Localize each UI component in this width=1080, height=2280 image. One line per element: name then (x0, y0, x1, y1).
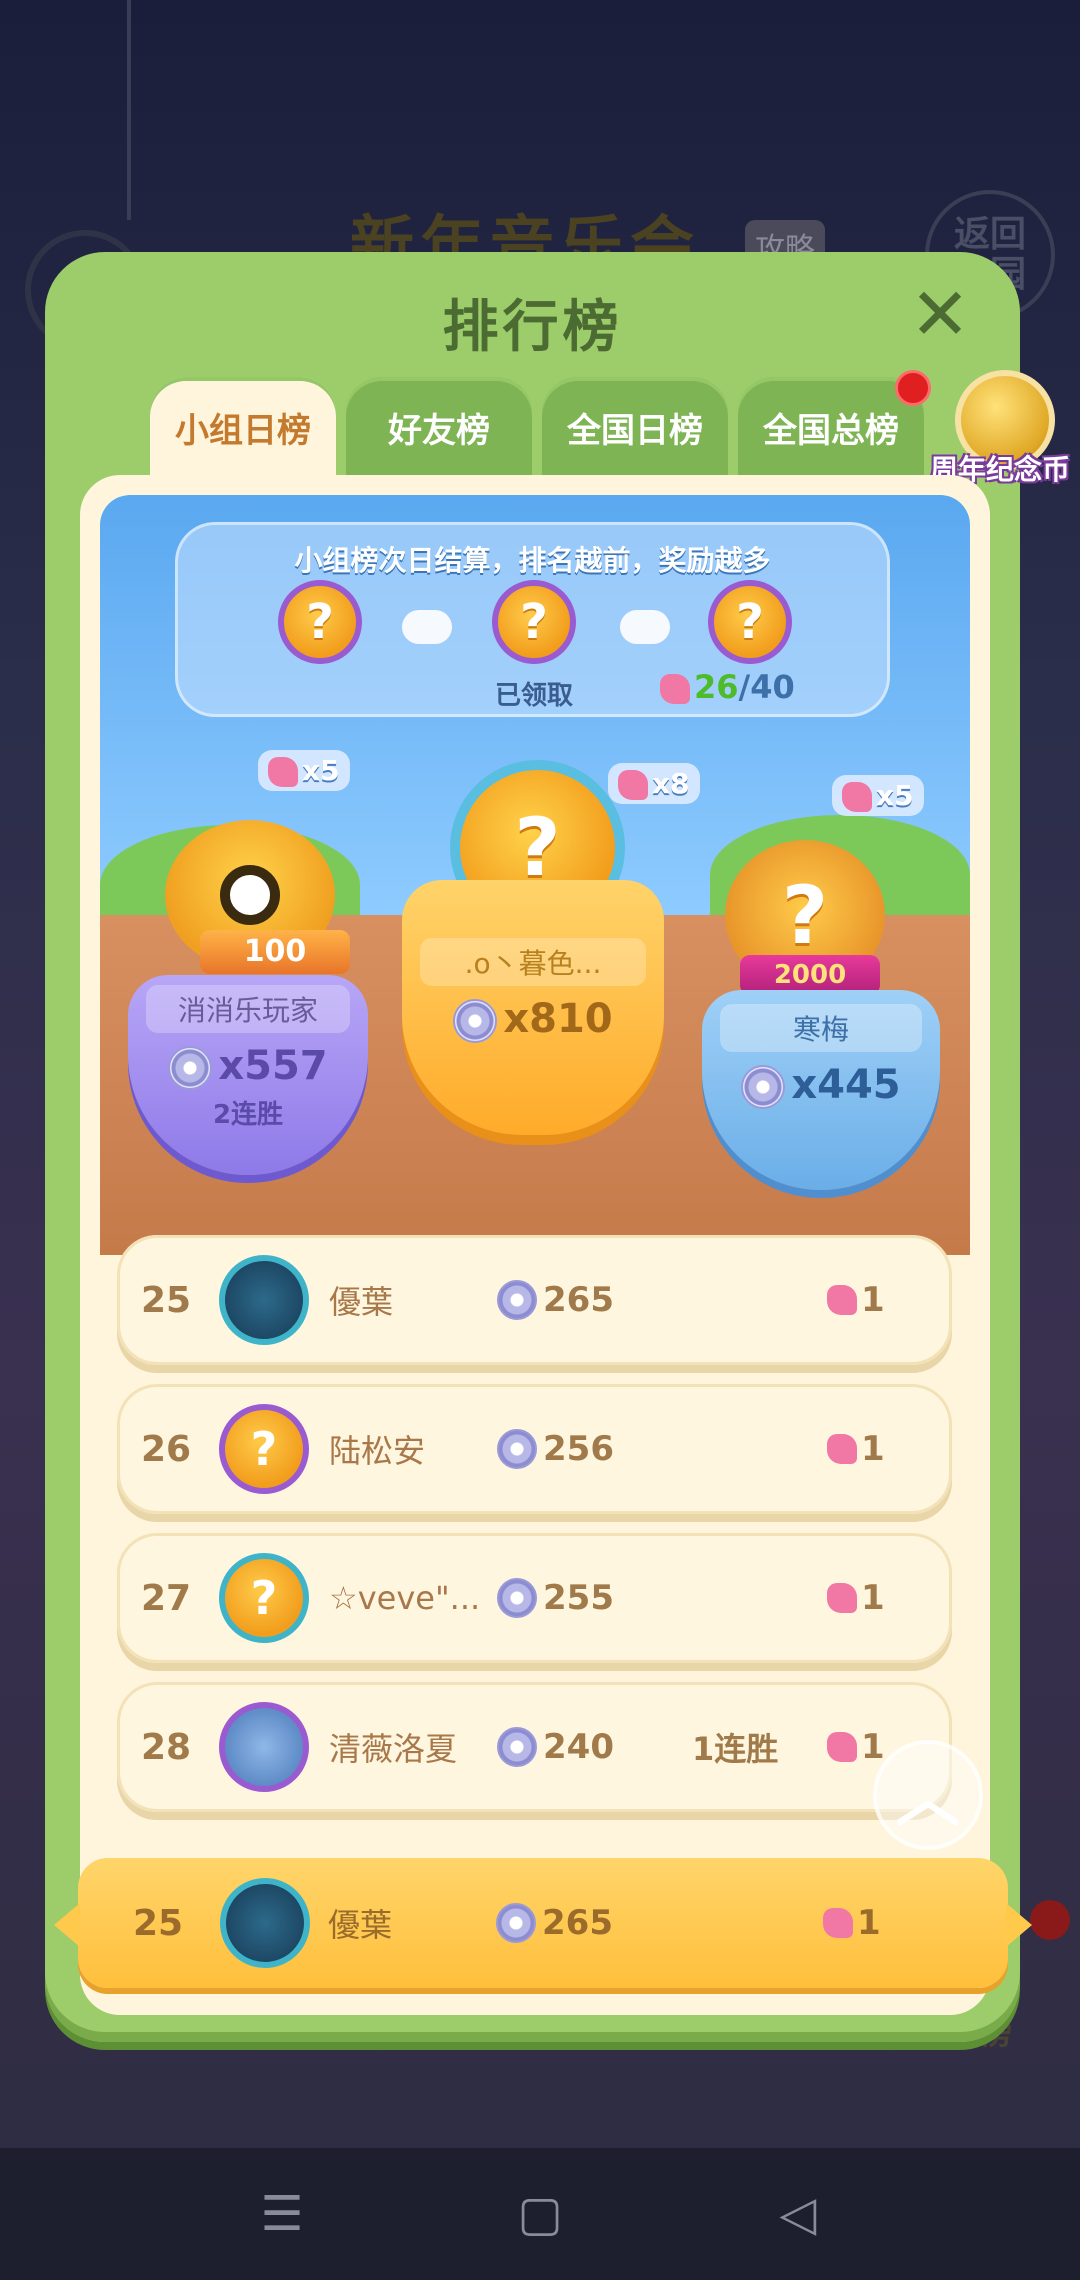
reward-bubble-second: x5 (258, 750, 350, 791)
my-score: 265 (496, 1903, 613, 1943)
petal-icon (660, 674, 690, 704)
row-avatar[interactable] (219, 1255, 309, 1345)
my-name: 優葉 (328, 1906, 393, 1944)
third-place-name: 寒梅 (720, 1004, 922, 1052)
notification-dot (1030, 1900, 1070, 1940)
petal-icon (842, 782, 872, 812)
first-place-score: x810 (402, 996, 664, 1043)
row-score: 256 (497, 1429, 614, 1469)
claimed-label: 已领取 (495, 681, 574, 711)
row-avatar[interactable]: ? (219, 1404, 309, 1494)
row-score: 240 (497, 1727, 614, 1767)
my-reward: 1 (823, 1903, 881, 1943)
lantern-string (127, 0, 131, 220)
table-row[interactable]: 27 ? ☆veve"... 255 1 (117, 1533, 952, 1663)
petal-progress: 26/40 (660, 668, 795, 706)
row-avatar[interactable] (219, 1702, 309, 1792)
row-score: 265 (497, 1280, 614, 1320)
disc-icon (497, 1727, 537, 1767)
table-row[interactable]: 26 ? 陆松安 256 1 (117, 1384, 952, 1514)
table-row[interactable]: 28 清薇洛夏 240 1连胜 1 (117, 1682, 952, 1812)
disc-icon (453, 999, 498, 1043)
petal-icon (618, 770, 648, 800)
back-icon[interactable]: ◁ (768, 2186, 828, 2242)
disc-icon (168, 1046, 213, 1090)
row-reward: 1 (827, 1429, 885, 1469)
my-rank-row[interactable]: 25 優葉 265 1 (54, 1858, 1032, 1988)
second-place-name: 消消乐玩家 (146, 985, 350, 1033)
tab-national-daily[interactable]: 全国日榜 (542, 377, 728, 477)
menu-icon[interactable]: ☰ (252, 2186, 312, 2242)
second-place-streak: 2连胜 (212, 1100, 284, 1130)
arrow-right-icon (620, 610, 670, 644)
panel-title: 排行榜 (442, 295, 623, 360)
row-rank: 26 (141, 1428, 192, 1470)
arrow-right-icon (402, 610, 452, 644)
tab-group-daily[interactable]: 小组日榜 (150, 377, 336, 477)
row-rank: 28 (141, 1726, 192, 1768)
petal-icon (827, 1583, 857, 1613)
reward-frame-2[interactable]: ? (492, 580, 576, 664)
frame-level-badge: 2000 (740, 955, 880, 995)
home-icon[interactable]: ▢ (510, 2186, 570, 2242)
disc-icon (497, 1578, 537, 1618)
row-rank: 25 (141, 1279, 192, 1321)
system-nav-bar: ☰ ▢ ◁ (0, 2148, 1080, 2280)
notification-dot (895, 370, 931, 406)
table-row[interactable]: 25 優葉 265 1 (117, 1235, 952, 1365)
disc-icon (496, 1903, 536, 1943)
row-name: 陆松安 (329, 1432, 426, 1470)
third-place-score: x445 (702, 1062, 940, 1109)
row-score: 255 (497, 1578, 614, 1618)
row-name: 優葉 (329, 1283, 394, 1321)
ribbon-right (1006, 1903, 1032, 1947)
frame-level-badge: 100 (200, 930, 350, 974)
reward-info-title: 小组榜次日结算，排名越前，奖励越多 (294, 544, 771, 577)
disc-icon (497, 1280, 537, 1320)
my-avatar[interactable] (220, 1878, 310, 1968)
my-rank: 25 (133, 1902, 184, 1944)
row-streak: 1连胜 (692, 1730, 779, 1768)
petal-icon (827, 1285, 857, 1315)
close-icon[interactable]: ✕ (908, 278, 972, 350)
row-name: ☆veve"... (329, 1579, 481, 1617)
petal-icon (827, 1434, 857, 1464)
tab-friends[interactable]: 好友榜 (346, 377, 532, 477)
tab-bar: 小组日榜 好友榜 全国日榜 全国总榜 (150, 377, 924, 477)
scroll-to-top-button[interactable]: ︿ (873, 1740, 983, 1850)
row-reward: 1 (827, 1280, 885, 1320)
first-place-name: .o丶暮色... (420, 938, 646, 986)
petal-icon (827, 1732, 857, 1762)
second-place-score: x557 (128, 1043, 368, 1090)
row-reward: 1 (827, 1727, 885, 1767)
ranking-list[interactable]: 25 優葉 265 1 26 ? 陆松安 256 1 27 ? ☆veve"..… (117, 1235, 952, 1831)
reward-frame-3[interactable]: ? (708, 580, 792, 664)
petal-icon (268, 757, 298, 787)
ribbon-left (54, 1903, 80, 1947)
row-name: 清薇洛夏 (329, 1730, 458, 1768)
disc-icon (741, 1065, 786, 1109)
row-avatar[interactable]: ? (219, 1553, 309, 1643)
first-place-shield: .o丶暮色... x810 (402, 880, 664, 1135)
reward-frame-1[interactable]: ? (278, 580, 362, 664)
row-rank: 27 (141, 1577, 192, 1619)
row-reward: 1 (827, 1578, 885, 1618)
reward-bubble-third: x5 (832, 775, 924, 816)
petal-icon (823, 1908, 853, 1938)
reward-bubble-first: x8 (608, 763, 700, 804)
disc-icon (497, 1429, 537, 1469)
